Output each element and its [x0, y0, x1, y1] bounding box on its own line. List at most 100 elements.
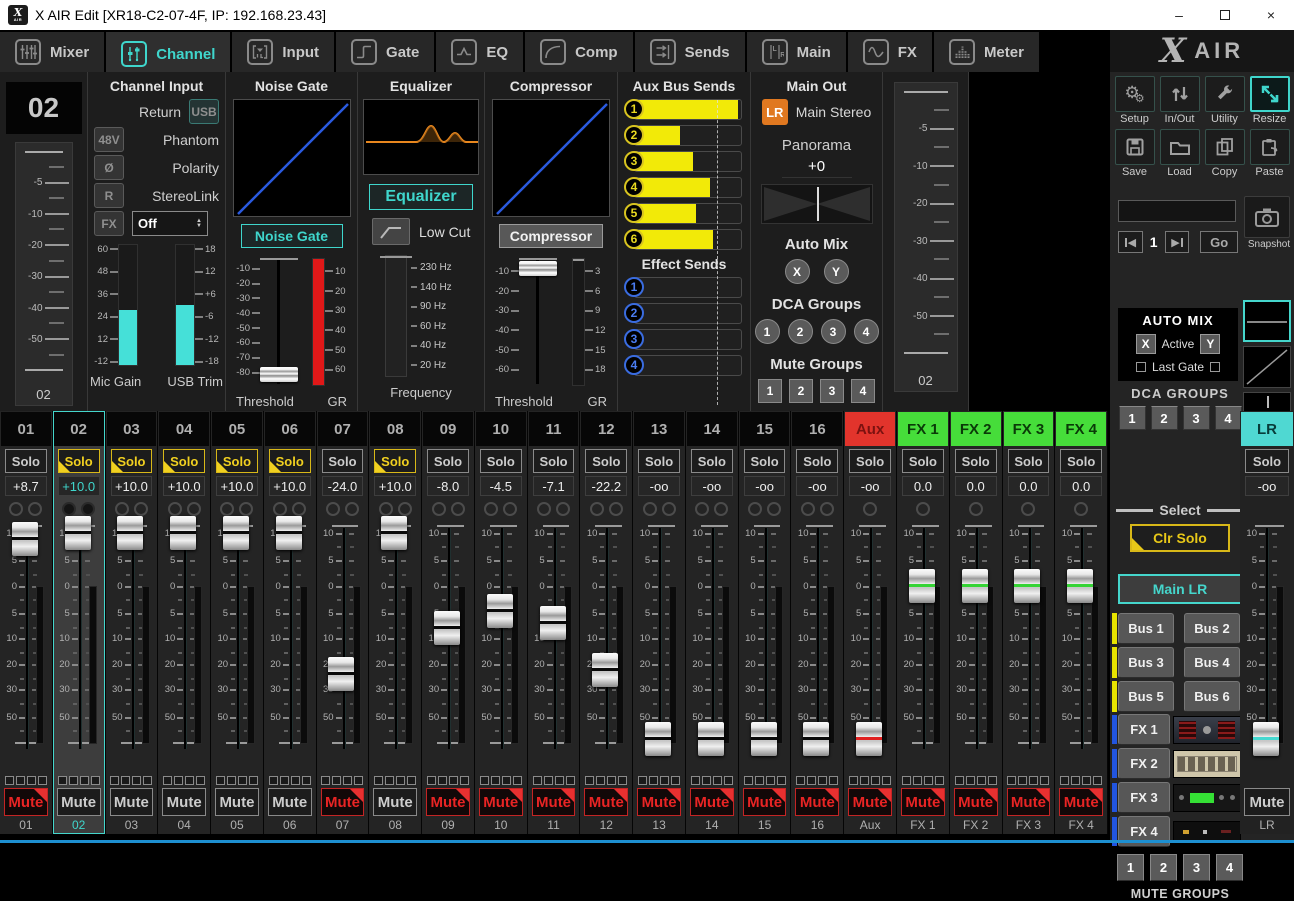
bus-3-button[interactable]: Bus 3	[1118, 647, 1174, 678]
solo-button[interactable]: Solo	[322, 449, 364, 473]
dca-2-button[interactable]: 2	[1151, 406, 1178, 430]
channel-fader[interactable]: 1050510203050	[213, 520, 261, 772]
aux-send-6[interactable]: 6	[624, 229, 742, 250]
effect-send-3[interactable]: 3	[624, 329, 742, 350]
strip-header[interactable]: Aux	[845, 412, 895, 446]
minimize-button[interactable]: –	[1156, 0, 1202, 30]
automix-y-button[interactable]: Y	[1200, 334, 1220, 354]
clear-solo-button[interactable]: Clr Solo	[1130, 524, 1230, 552]
fader-handle[interactable]	[592, 653, 618, 687]
mute-button[interactable]: Mute	[110, 788, 154, 816]
lowcut-frequency-fader[interactable]	[385, 255, 407, 377]
send-level-track[interactable]	[634, 303, 742, 324]
fader-handle[interactable]	[12, 522, 38, 556]
solo-button[interactable]: Solo	[216, 449, 258, 473]
channel-fader[interactable]: 1050510203050	[846, 520, 894, 772]
fader-db-value[interactable]: -oo	[638, 476, 680, 496]
gate-threshold-fader[interactable]	[260, 258, 298, 386]
fader-handle[interactable]	[962, 569, 988, 603]
strip-header[interactable]: 09	[423, 412, 473, 446]
fader-handle[interactable]	[65, 516, 91, 550]
noise-gate-toggle-button[interactable]: Noise Gate	[241, 224, 343, 248]
snapshot-camera-button[interactable]	[1244, 196, 1290, 238]
send-level-track[interactable]	[634, 329, 742, 350]
fader-db-value[interactable]: -22.2	[585, 476, 627, 496]
channel-fader[interactable]: 1050510203050	[266, 520, 314, 772]
lr-dynamics-thumbnail[interactable]	[1243, 346, 1291, 388]
fader-handle[interactable]	[856, 722, 882, 756]
select-main-lr-button[interactable]: Main LR	[1118, 574, 1242, 604]
solo-button[interactable]: Solo	[638, 449, 680, 473]
channel-fader[interactable]: 1050510203050	[55, 520, 103, 772]
automix-x-button[interactable]: X	[785, 259, 810, 284]
solo-button[interactable]: Solo	[955, 449, 997, 473]
phantom-48v-button[interactable]: 48V	[94, 127, 124, 152]
bus-5-button[interactable]: Bus 5	[1118, 681, 1174, 712]
save-button[interactable]	[1115, 129, 1155, 165]
fader-db-value[interactable]: -8.0	[427, 476, 469, 496]
paste-button[interactable]	[1250, 129, 1290, 165]
fader-db-value[interactable]: -oo	[849, 476, 891, 496]
mute-button[interactable]: Mute	[4, 788, 48, 816]
aux-send-3[interactable]: 3	[624, 151, 742, 172]
send-level-track[interactable]	[634, 151, 742, 172]
setup-button[interactable]: ⚙⚙	[1115, 76, 1155, 112]
gate-threshold-handle[interactable]	[260, 367, 298, 382]
send-level-track[interactable]	[634, 277, 742, 298]
last-gate-x-checkbox[interactable]	[1136, 362, 1146, 372]
channel-fader[interactable]: 1050510203050	[371, 520, 419, 772]
channel-fader[interactable]: 1050510203050	[477, 520, 525, 772]
solo-button[interactable]: Solo	[902, 449, 944, 473]
strip-header[interactable]: 01	[1, 412, 51, 446]
strip-header[interactable]: 03	[107, 412, 157, 446]
dca-3-button[interactable]: 3	[1183, 406, 1210, 430]
solo-button[interactable]: Solo	[269, 449, 311, 473]
channel-fader[interactable]: 1050510203050	[319, 520, 367, 772]
dca-4-button[interactable]: 4	[1215, 406, 1242, 430]
aux-send-4[interactable]: 4	[624, 177, 742, 198]
fader-db-value[interactable]: 0.0	[1060, 476, 1102, 496]
snapshot-name-input[interactable]	[1118, 200, 1236, 222]
channel-fader[interactable]: 1050510203050	[108, 520, 156, 772]
channel-fader[interactable]: 1050510203050	[1057, 520, 1105, 772]
mute-group-2-button[interactable]: 2	[1150, 854, 1177, 881]
mic-gain-meter[interactable]: 6048362412-12	[92, 244, 138, 366]
lowcut-button[interactable]	[372, 218, 410, 245]
solo-button[interactable]: Solo	[111, 449, 153, 473]
strip-header[interactable]: 02	[54, 412, 104, 446]
mute-button[interactable]: Mute	[1059, 788, 1103, 816]
fader-handle[interactable]	[223, 516, 249, 550]
fx-3-button[interactable]: FX 3	[1118, 782, 1170, 813]
polarity-button[interactable]: Ø	[94, 155, 124, 180]
tab-meter[interactable]: Meter	[934, 32, 1041, 72]
fader-db-value[interactable]: +10.0	[269, 476, 311, 496]
mute-button[interactable]: Mute	[426, 788, 470, 816]
channel-fader[interactable]: 1050510203050	[424, 520, 472, 772]
fader-db-value[interactable]: +10.0	[163, 476, 205, 496]
solo-button[interactable]: Solo	[533, 449, 575, 473]
strip-header[interactable]: 13	[634, 412, 684, 446]
fader-handle[interactable]	[645, 722, 671, 756]
fader-handle[interactable]	[434, 611, 460, 645]
automix-y-button[interactable]: Y	[824, 259, 849, 284]
send-level-track[interactable]	[634, 229, 742, 250]
solo-button[interactable]: Solo	[849, 449, 891, 473]
fx-1-button[interactable]: FX 1	[1118, 714, 1170, 745]
fader-handle[interactable]	[487, 594, 513, 628]
mute-button[interactable]: Mute	[584, 788, 628, 816]
solo-button[interactable]: Solo	[163, 449, 205, 473]
fader-handle[interactable]	[751, 722, 777, 756]
strip-header[interactable]: FX 4	[1056, 412, 1106, 446]
last-gate-y-checkbox[interactable]	[1210, 362, 1220, 372]
fx-1-rack-thumbnail[interactable]	[1173, 716, 1241, 744]
send-level-track[interactable]	[634, 99, 742, 120]
effect-send-2[interactable]: 2	[624, 303, 742, 324]
solo-button[interactable]: Solo	[1008, 449, 1050, 473]
mute-group-1-button[interactable]: 1	[758, 379, 782, 403]
mute-button[interactable]: Mute	[1007, 788, 1051, 816]
mute-button[interactable]: Mute	[162, 788, 206, 816]
strip-header[interactable]: 06	[265, 412, 315, 446]
mute-button[interactable]: Mute	[690, 788, 734, 816]
dca-3-button[interactable]: 3	[821, 319, 846, 344]
fader-handle[interactable]	[1014, 569, 1040, 603]
